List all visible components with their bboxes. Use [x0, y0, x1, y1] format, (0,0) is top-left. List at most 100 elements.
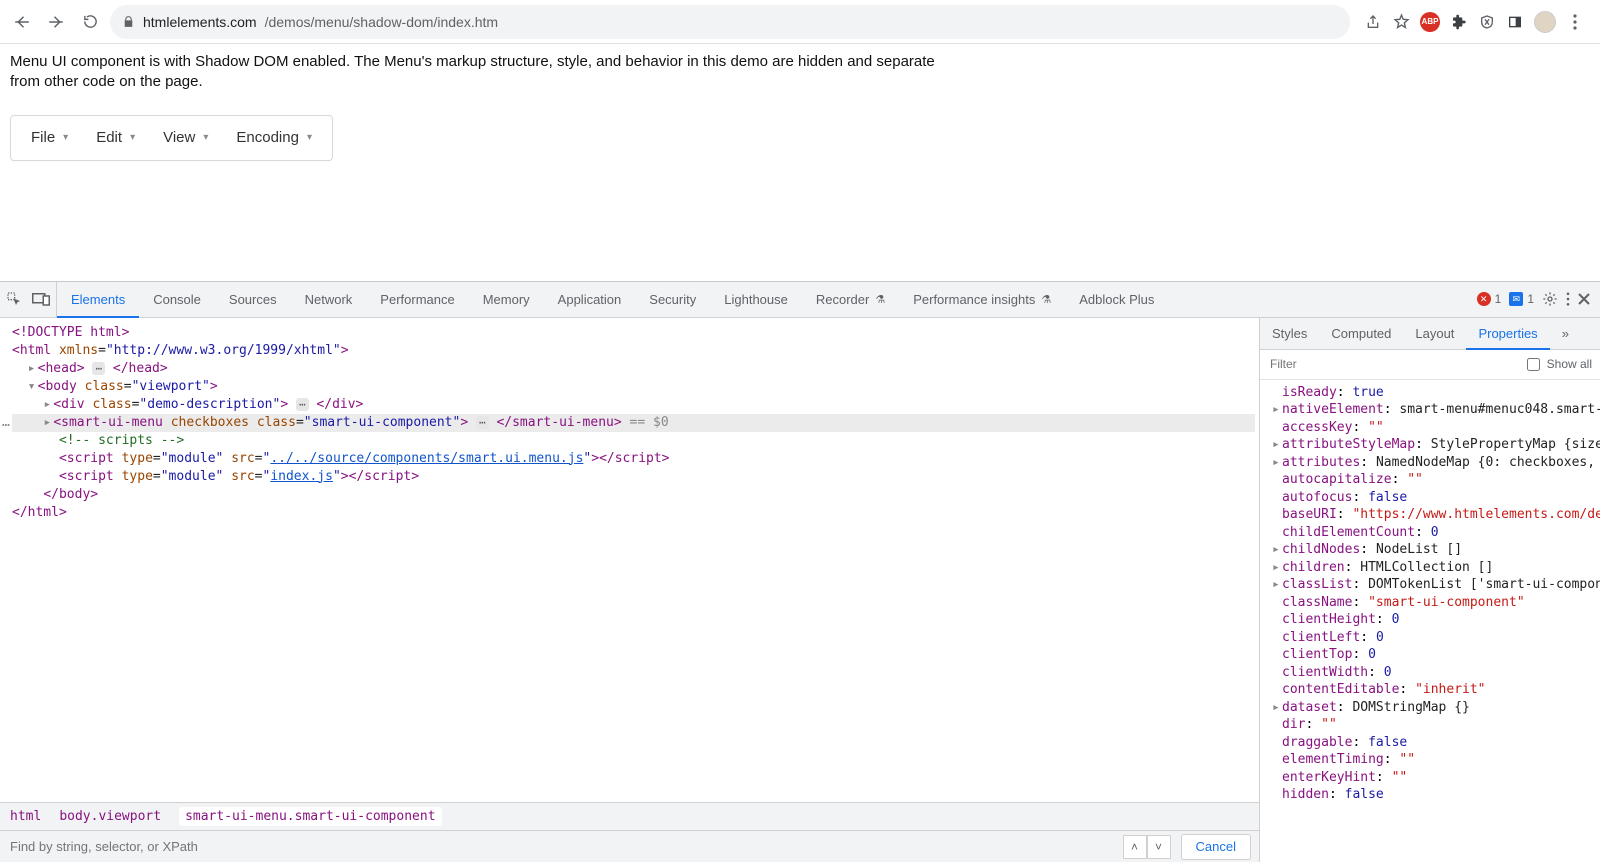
- side-panel-icon[interactable]: [1506, 13, 1524, 31]
- back-button[interactable]: [8, 8, 36, 36]
- arrow-left-icon: [13, 13, 31, 31]
- close-icon[interactable]: [1578, 293, 1590, 305]
- property-row[interactable]: ▸dataset: DOMStringMap {}: [1264, 699, 1600, 717]
- crumb-html[interactable]: html: [10, 809, 41, 824]
- sidebar-tabs: Styles Computed Layout Properties »: [1260, 318, 1600, 350]
- filter-input[interactable]: [1268, 356, 1515, 372]
- property-row[interactable]: enterKeyHint: "": [1264, 769, 1600, 787]
- tab-memory[interactable]: Memory: [469, 282, 544, 317]
- crumb-body[interactable]: body.viewport: [59, 809, 161, 824]
- property-row[interactable]: baseURI: "https://www.htmlelements.com/d…: [1264, 506, 1600, 524]
- property-row[interactable]: draggable: false: [1264, 734, 1600, 752]
- reload-icon: [82, 13, 99, 30]
- show-all-toggle[interactable]: Show all: [1523, 355, 1592, 374]
- property-row[interactable]: childElementCount: 0: [1264, 524, 1600, 542]
- property-row[interactable]: ▸nativeElement: smart-menu#menuc048.smar…: [1264, 401, 1600, 419]
- message-count[interactable]: ✉1: [1509, 292, 1534, 306]
- chevron-down-icon: ▾: [130, 132, 135, 143]
- property-row[interactable]: hidden: false: [1264, 786, 1600, 804]
- kebab-menu-icon[interactable]: [1566, 292, 1570, 306]
- property-row[interactable]: ▸attributeStyleMap: StylePropertyMap {si…: [1264, 436, 1600, 454]
- error-icon: ✕: [1477, 292, 1491, 306]
- tab-computed[interactable]: Computed: [1319, 318, 1403, 349]
- flask-icon: ⚗: [1041, 293, 1051, 306]
- gear-icon[interactable]: [1542, 291, 1558, 307]
- inspect-icon[interactable]: [6, 291, 22, 307]
- find-cancel-button[interactable]: Cancel: [1181, 834, 1251, 860]
- menu-item-view[interactable]: View ▾: [149, 116, 222, 160]
- property-row[interactable]: className: "smart-ui-component": [1264, 594, 1600, 612]
- tab-application[interactable]: Application: [544, 282, 636, 317]
- reload-button[interactable]: [76, 8, 104, 36]
- arrow-right-icon: [47, 13, 65, 31]
- property-row[interactable]: ▸classList: DOMTokenList ['smart-ui-comp…: [1264, 576, 1600, 594]
- tab-sources[interactable]: Sources: [215, 282, 291, 317]
- property-row[interactable]: clientTop: 0: [1264, 646, 1600, 664]
- tab-performance[interactable]: Performance: [366, 282, 468, 317]
- dom-selected-node[interactable]: ▸<smart-ui-menu checkboxes class="smart-…: [12, 414, 1255, 432]
- find-input[interactable]: [0, 835, 1123, 859]
- tab-network[interactable]: Network: [291, 282, 367, 317]
- profile-avatar[interactable]: [1534, 11, 1556, 33]
- property-row[interactable]: isReady: true: [1264, 384, 1600, 402]
- property-row[interactable]: ▸children: HTMLCollection []: [1264, 559, 1600, 577]
- dom-tree[interactable]: <!DOCTYPE html> <html xmlns="http://www.…: [0, 318, 1259, 803]
- chevron-down-icon: ▾: [203, 132, 208, 143]
- property-row[interactable]: clientLeft: 0: [1264, 629, 1600, 647]
- tab-security[interactable]: Security: [635, 282, 710, 317]
- page-viewport: Menu UI component is with Shadow DOM ena…: [0, 44, 1600, 161]
- demo-description: Menu UI component is with Shadow DOM ena…: [10, 52, 960, 93]
- property-row[interactable]: elementTiming: "": [1264, 751, 1600, 769]
- property-row[interactable]: ▸attributes: NamedNodeMap {0: checkboxes…: [1264, 454, 1600, 472]
- forward-button[interactable]: [42, 8, 70, 36]
- menu-item-file[interactable]: File▾: [17, 116, 82, 160]
- property-row[interactable]: clientHeight: 0: [1264, 611, 1600, 629]
- property-row[interactable]: autocapitalize: "": [1264, 471, 1600, 489]
- property-row[interactable]: accessKey: "": [1264, 419, 1600, 437]
- dom-doctype: <!DOCTYPE html>: [12, 325, 129, 340]
- kebab-menu-icon[interactable]: [1566, 13, 1584, 31]
- extensions-icon[interactable]: [1450, 13, 1468, 31]
- property-row[interactable]: autofocus: false: [1264, 489, 1600, 507]
- property-row[interactable]: dir: "": [1264, 716, 1600, 734]
- menu-item-edit[interactable]: Edit ▾: [82, 116, 149, 160]
- crumb-selected[interactable]: smart-ui-menu.smart-ui-component: [179, 807, 441, 826]
- devtools: Elements Console Sources Network Perform…: [0, 281, 1600, 862]
- property-row[interactable]: clientWidth: 0: [1264, 664, 1600, 682]
- tab-properties[interactable]: Properties: [1466, 318, 1549, 349]
- find-bar: ˄ ˅ Cancel: [0, 830, 1259, 862]
- error-count[interactable]: ✕1: [1477, 292, 1502, 306]
- property-row[interactable]: contentEditable: "inherit": [1264, 681, 1600, 699]
- tab-adblock-plus[interactable]: Adblock Plus: [1065, 282, 1168, 317]
- abp-extension-icon[interactable]: ABP: [1420, 12, 1440, 32]
- chevron-down-icon: ▾: [307, 132, 312, 143]
- tab-console[interactable]: Console: [139, 282, 215, 317]
- smart-menu[interactable]: File▾ Edit ▾ View ▾ Encoding▾: [10, 115, 333, 161]
- tab-performance-insights[interactable]: Performance insights⚗: [899, 282, 1065, 317]
- share-icon[interactable]: [1364, 13, 1382, 31]
- find-next-button[interactable]: ˅: [1147, 835, 1171, 859]
- tab-lighthouse[interactable]: Lighthouse: [710, 282, 802, 317]
- tab-recorder[interactable]: Recorder⚗: [802, 282, 899, 317]
- menu-item-label: View: [163, 129, 195, 146]
- tab-layout[interactable]: Layout: [1403, 318, 1466, 349]
- property-row[interactable]: ▸childNodes: NodeList []: [1264, 541, 1600, 559]
- properties-filter: Show all: [1260, 350, 1600, 380]
- tab-styles[interactable]: Styles: [1260, 318, 1319, 349]
- brave-icon[interactable]: [1478, 13, 1496, 31]
- url-host: htmlelements.com: [143, 14, 257, 30]
- more-tabs-icon[interactable]: »: [1550, 318, 1581, 349]
- breadcrumb[interactable]: html body.viewport smart-ui-menu.smart-u…: [0, 802, 1259, 830]
- lock-icon: [122, 15, 135, 28]
- menu-item-encoding[interactable]: Encoding▾: [222, 116, 326, 160]
- menu-item-label: Edit: [96, 129, 122, 146]
- tab-elements[interactable]: Elements: [57, 282, 139, 317]
- sidebar-panel: Styles Computed Layout Properties » Show…: [1260, 318, 1600, 862]
- devtools-tabs: Elements Console Sources Network Perform…: [0, 282, 1600, 318]
- address-bar[interactable]: htmlelements.com/demos/menu/shadow-dom/i…: [110, 5, 1350, 39]
- show-all-checkbox[interactable]: [1527, 358, 1540, 371]
- device-toolbar-icon[interactable]: [32, 292, 50, 306]
- properties-list[interactable]: isReady: true▸nativeElement: smart-menu#…: [1260, 380, 1600, 862]
- find-prev-button[interactable]: ˄: [1123, 835, 1147, 859]
- star-icon[interactable]: [1392, 13, 1410, 31]
